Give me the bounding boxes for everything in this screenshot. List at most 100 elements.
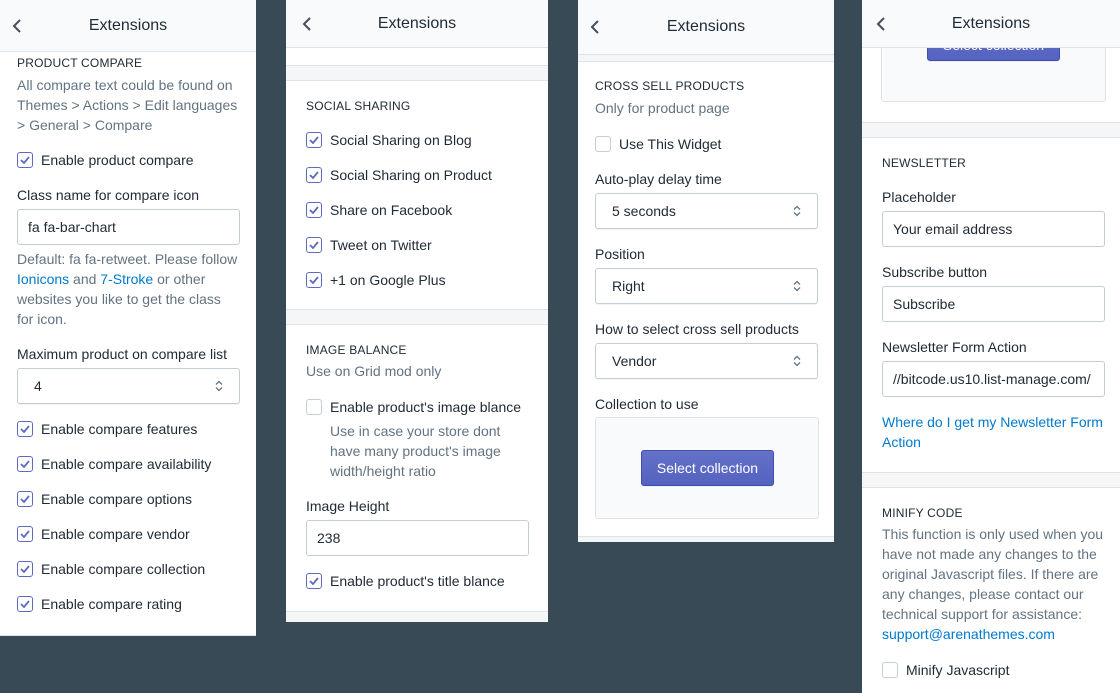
image-balance-card: IMAGE BALANCE Use on Grid mod only Enabl…	[286, 324, 548, 612]
compare-desc-line-3: > General > Compare	[17, 117, 153, 133]
checkbox-box[interactable]	[17, 152, 33, 168]
checkbox-box[interactable]	[882, 662, 898, 678]
select-arrows-icon	[793, 280, 801, 292]
compare-rating-checkbox[interactable]: Enable compare rating	[17, 594, 182, 614]
blance-help-line-2: have many product's image	[330, 443, 501, 459]
checkbox-box[interactable]	[306, 202, 322, 218]
placeholder-input[interactable]: Your email address	[882, 211, 1105, 247]
section-subtitle: Use on Grid mod only	[306, 363, 442, 379]
section-title: NEWSLETTER	[882, 156, 967, 170]
enable-compare-checkbox[interactable]: Enable product compare	[17, 150, 194, 170]
checkbox-box[interactable]	[17, 561, 33, 577]
where-newsletter-link-line-2[interactable]: Action	[882, 432, 921, 452]
compare-availability-checkbox[interactable]: Enable compare availability	[17, 454, 211, 474]
checkbox-box[interactable]	[306, 399, 322, 415]
checkbox-box[interactable]	[17, 596, 33, 612]
select-collection-button[interactable]: Select collection	[641, 450, 774, 486]
checkmark-icon	[20, 460, 30, 468]
how-select-select[interactable]: Vendor	[595, 343, 818, 379]
checkmark-icon	[309, 206, 319, 214]
checkbox-box[interactable]	[595, 136, 611, 152]
social-sharing-card: SOCIAL SHARING Social Sharing on Blog So…	[286, 80, 548, 310]
checkmark-icon	[309, 276, 319, 284]
section-title: MINIFY CODE	[882, 506, 963, 520]
checkbox-box[interactable]	[17, 491, 33, 507]
checkbox-label: Enable compare features	[41, 421, 198, 437]
checkbox-label: Enable product's image blance	[330, 399, 522, 415]
image-height-input[interactable]: 238	[306, 520, 529, 556]
back-button[interactable]	[6, 15, 28, 37]
checkmark-icon	[309, 241, 319, 249]
subscribe-label: Subscribe button	[882, 264, 988, 280]
checkbox-box[interactable]	[17, 421, 33, 437]
checkbox-label: +1 on Google Plus	[330, 272, 446, 288]
position-label: Position	[595, 246, 645, 262]
checkbox-label: Enable product's title blance	[330, 573, 505, 589]
support-email-link[interactable]: support@arenathemes.com	[882, 624, 1055, 644]
social-product-checkbox[interactable]: Social Sharing on Product	[306, 165, 492, 185]
chevron-left-icon	[876, 16, 885, 31]
help-line-1: Default: fa fa-retweet. Please follow	[17, 251, 238, 267]
help-line-4: for icon.	[17, 311, 67, 327]
section-title: CROSS SELL PRODUCTS	[595, 79, 745, 93]
blance-help-line-3: width/height ratio	[330, 463, 436, 479]
compare-features-checkbox[interactable]: Enable compare features	[17, 419, 197, 439]
checkbox-box[interactable]	[306, 573, 322, 589]
minify-desc-line-2: have not made any changes to the	[882, 546, 1097, 562]
compare-options-checkbox[interactable]: Enable compare options	[17, 489, 192, 509]
position-select[interactable]: Right	[595, 268, 818, 304]
minify-js-checkbox[interactable]: Minify Javascript	[882, 660, 1009, 680]
back-button[interactable]	[584, 16, 606, 38]
panel-social-sharing: Extensions SOCIAL SHARING Social Sharing…	[286, 0, 548, 622]
compare-collection-checkbox[interactable]: Enable compare collection	[17, 559, 205, 579]
select-value: Vendor	[612, 353, 657, 369]
7-stroke-link[interactable]: 7-Stroke	[100, 271, 153, 287]
chevron-left-icon	[12, 18, 21, 33]
select-arrows-icon	[793, 355, 801, 367]
panel-cross-sell: Extensions CROSS SELL PRODUCTS Only for …	[578, 0, 834, 542]
checkbox-label: Enable compare vendor	[41, 526, 190, 542]
where-newsletter-link-line-1[interactable]: Where do I get my Newsletter Form	[882, 412, 1103, 432]
form-action-input[interactable]: //bitcode.us10.list-manage.com/	[882, 361, 1105, 397]
minify-desc-line-4: any changes, please contact our	[882, 586, 1084, 602]
collection-label: Collection to use	[595, 396, 699, 412]
checkbox-label: Enable compare rating	[41, 596, 182, 612]
ionicons-link[interactable]: Ionicons	[17, 271, 69, 287]
back-button[interactable]	[870, 13, 892, 35]
social-blog-checkbox[interactable]: Social Sharing on Blog	[306, 130, 472, 150]
checkbox-label: Enable compare collection	[41, 561, 206, 577]
title-blance-checkbox[interactable]: Enable product's title blance	[306, 571, 505, 591]
panel-header: Extensions	[578, 0, 834, 55]
checkmark-icon	[20, 565, 30, 573]
image-blance-checkbox[interactable]: Enable product's image blance	[306, 397, 521, 417]
subscribe-input[interactable]: Subscribe	[882, 286, 1105, 322]
back-button[interactable]	[296, 13, 318, 35]
google-plus-checkbox[interactable]: +1 on Google Plus	[306, 270, 446, 290]
class-name-label: Class name for compare icon	[17, 187, 200, 203]
share-facebook-checkbox[interactable]: Share on Facebook	[306, 200, 452, 220]
help-line-2: Ionicons and 7-Stroke or other	[17, 269, 205, 289]
collection-picker-box: Select collection	[595, 417, 819, 519]
minify-card: MINIFY CODE This function is only used w…	[862, 487, 1120, 693]
checkmark-icon	[20, 156, 30, 164]
checkbox-box[interactable]	[17, 526, 33, 542]
checkbox-label: Social Sharing on Blog	[330, 132, 472, 148]
checkbox-box[interactable]	[306, 272, 322, 288]
compare-desc-line-1: All compare text could be found on	[17, 77, 233, 93]
checkbox-box[interactable]	[17, 456, 33, 472]
class-name-input[interactable]: fa fa-bar-chart	[17, 209, 240, 245]
checkbox-box[interactable]	[306, 237, 322, 253]
help-line-3: websites you like to get the class	[17, 291, 221, 307]
tweet-twitter-checkbox[interactable]: Tweet on Twitter	[306, 235, 432, 255]
checkbox-box[interactable]	[306, 167, 322, 183]
panel-header: Extensions	[0, 0, 256, 52]
compare-vendor-checkbox[interactable]: Enable compare vendor	[17, 524, 190, 544]
section-title: IMAGE BALANCE	[306, 343, 407, 357]
checkbox-box[interactable]	[306, 132, 322, 148]
use-widget-checkbox[interactable]: Use This Widget	[595, 134, 721, 154]
product-compare-card: PRODUCT COMPARE All compare text could b…	[0, 52, 256, 636]
max-compare-select[interactable]: 4	[17, 368, 240, 404]
blance-help-line-1: Use in case your store dont	[330, 423, 501, 439]
delay-select[interactable]: 5 seconds	[595, 193, 818, 229]
panel-product-compare: Extensions PRODUCT COMPARE All compare t…	[0, 0, 256, 636]
